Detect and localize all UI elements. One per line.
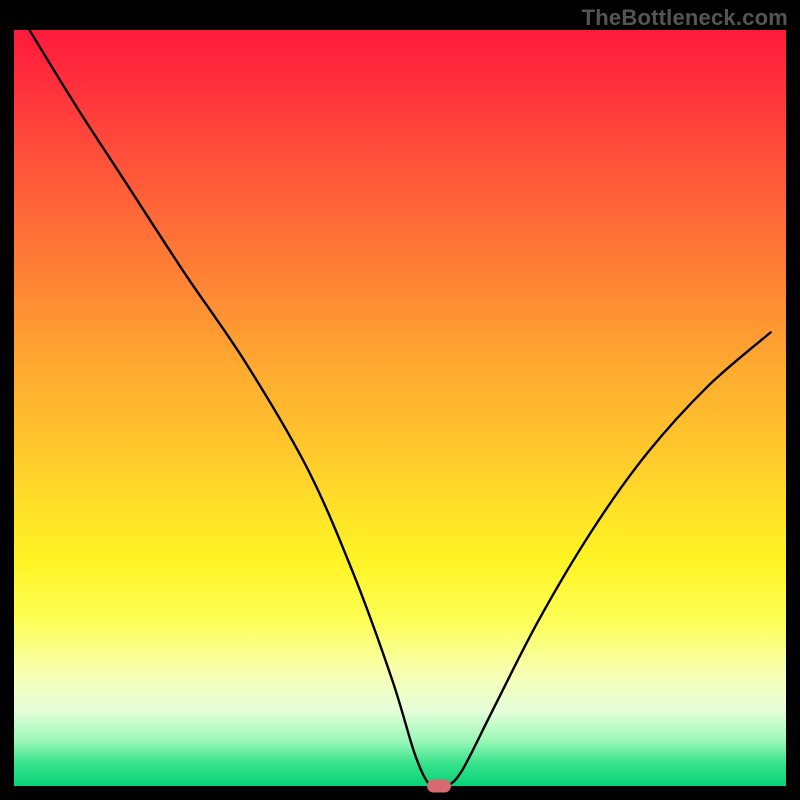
watermark-text: TheBottleneck.com [582,5,788,31]
plot-area [14,30,786,786]
bottleneck-curve [14,30,786,786]
chart-frame: TheBottleneck.com [0,0,800,800]
optimum-marker [427,780,451,793]
